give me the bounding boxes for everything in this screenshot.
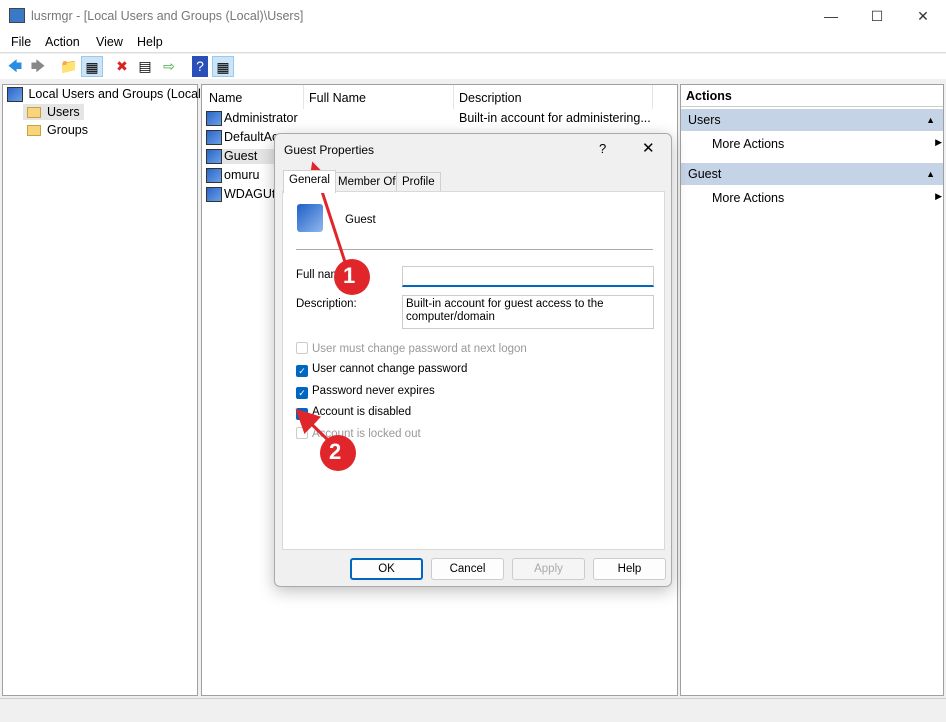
annotation-arrow-2 bbox=[295, 408, 330, 442]
annotation-overlay bbox=[295, 161, 370, 471]
annotation-label-1: 1 bbox=[343, 263, 356, 288]
annotation-label-2: 2 bbox=[329, 439, 342, 464]
tab-general[interactable]: General bbox=[283, 170, 336, 193]
